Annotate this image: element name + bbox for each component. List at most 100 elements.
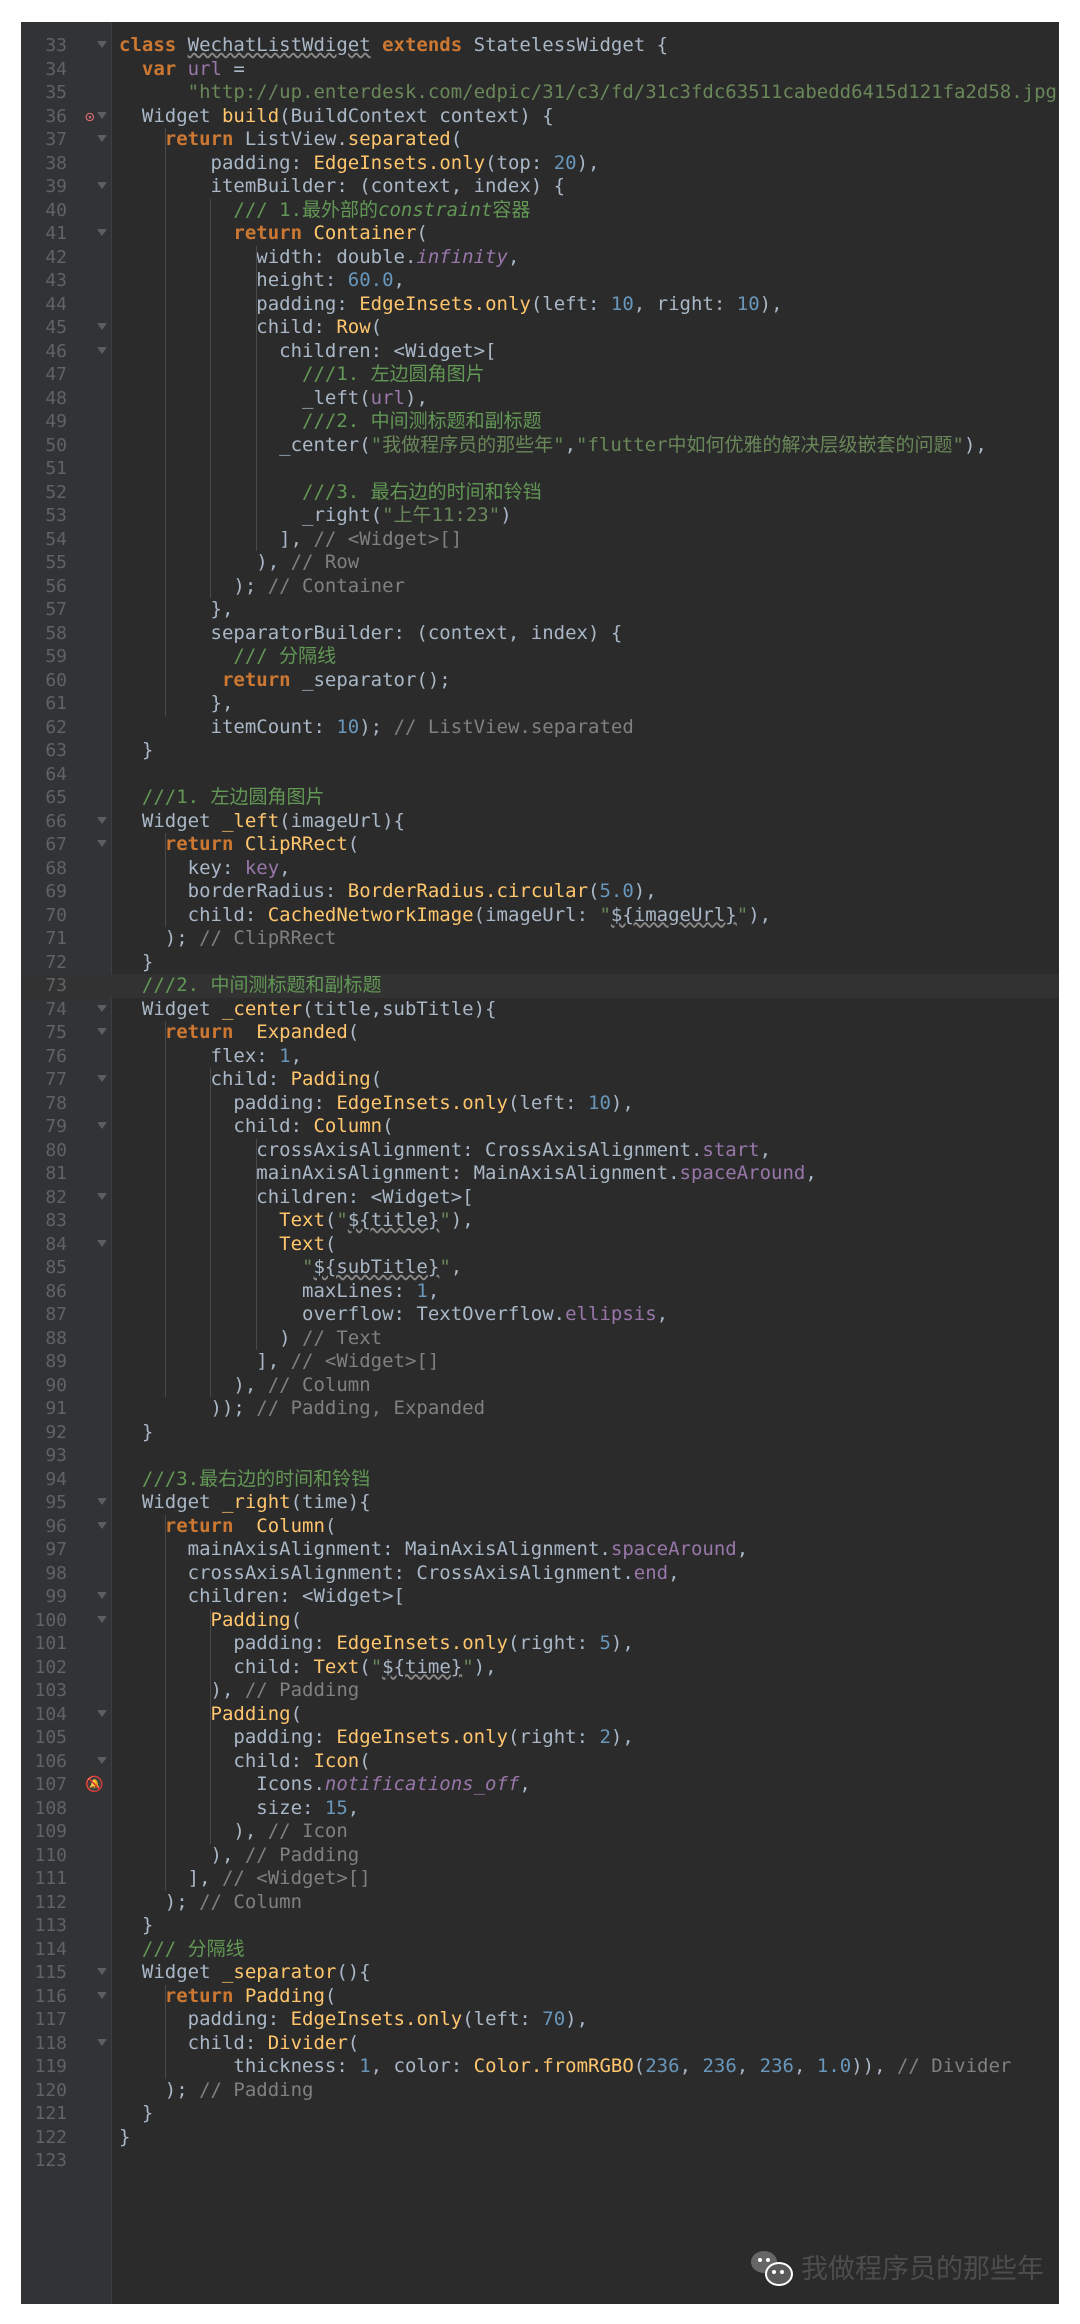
fold-marker[interactable] <box>97 346 107 354</box>
code-line[interactable]: 111 ], // <Widget>[] <box>21 1867 1059 1891</box>
code-line[interactable]: 39 itemBuilder: (context, index) { <box>21 175 1059 199</box>
code-line[interactable]: 95 Widget _right(time){ <box>21 1491 1059 1515</box>
code-line[interactable]: 47 ///1. 左边圆角图片 <box>21 363 1059 387</box>
code-line[interactable]: 121 } <box>21 2102 1059 2126</box>
code-line[interactable]: 82 children: <Widget>[ <box>21 1186 1059 1210</box>
code-line[interactable]: 43 height: 60.0, <box>21 269 1059 293</box>
code-line[interactable]: 112 ); // Column <box>21 1891 1059 1915</box>
code-line[interactable]: 84 Text( <box>21 1233 1059 1257</box>
code-line[interactable]: 109 ), // Icon <box>21 1820 1059 1844</box>
code-line[interactable]: 53 _right("上午11:23") <box>21 504 1059 528</box>
code-line[interactable]: 91 )); // Padding, Expanded <box>21 1397 1059 1421</box>
code-line[interactable]: 73 ///2. 中间测标题和副标题 <box>21 974 1059 998</box>
code-line[interactable]: 44 padding: EdgeInsets.only(left: 10, ri… <box>21 293 1059 317</box>
code-line[interactable]: 58 separatorBuilder: (context, index) { <box>21 622 1059 646</box>
code-line[interactable]: 48 _left(url), <box>21 387 1059 411</box>
code-line[interactable]: 78 padding: EdgeInsets.only(left: 10), <box>21 1092 1059 1116</box>
code-editor[interactable]: 33 class WechatListWdiget extends Statele… <box>21 22 1059 2304</box>
code-line[interactable]: 66 Widget _left(imageUrl){ <box>21 810 1059 834</box>
code-line[interactable]: 85 "${subTitle}", <box>21 1256 1059 1280</box>
code-line[interactable]: 106 child: Icon( <box>21 1750 1059 1774</box>
code-line[interactable]: 79 child: Column( <box>21 1115 1059 1139</box>
code-line[interactable]: 104 Padding( <box>21 1703 1059 1727</box>
code-line[interactable]: 71 ); // ClipRRect <box>21 927 1059 951</box>
code-line[interactable]: 105 padding: EdgeInsets.only(right: 2), <box>21 1726 1059 1750</box>
code-line[interactable]: 72 } <box>21 951 1059 975</box>
code-line[interactable]: 118 child: Divider( <box>21 2032 1059 2056</box>
code-line[interactable]: 65 ///1. 左边圆角图片 <box>21 786 1059 810</box>
code-line[interactable]: 61 }, <box>21 692 1059 716</box>
code-line[interactable]: 87 overflow: TextOverflow.ellipsis, <box>21 1303 1059 1327</box>
code-line[interactable]: 102 child: Text("${time}"), <box>21 1656 1059 1680</box>
code-line[interactable]: 81 mainAxisAlignment: MainAxisAlignment.… <box>21 1162 1059 1186</box>
code-line[interactable]: 99 children: <Widget>[ <box>21 1585 1059 1609</box>
fold-marker[interactable] <box>97 1239 107 1247</box>
code-line[interactable]: 80 crossAxisAlignment: CrossAxisAlignmen… <box>21 1139 1059 1163</box>
fold-marker[interactable] <box>97 1028 107 1035</box>
code-line[interactable]: 120 ); // Padding <box>21 2079 1059 2103</box>
fold-marker[interactable] <box>97 1615 107 1623</box>
fold-marker[interactable] <box>97 1498 107 1505</box>
code-line[interactable]: 94 ///3.最右边的时间和铃铛 <box>21 1468 1059 1492</box>
code-line[interactable]: 51 <box>21 457 1059 481</box>
code-line[interactable]: 40 /// 1.最外部的constraint容器 <box>21 199 1059 223</box>
code-line[interactable]: 86 maxLines: 1, <box>21 1280 1059 1304</box>
fold-marker[interactable] <box>97 1122 107 1129</box>
code-line[interactable]: 34 var url = <box>21 58 1059 82</box>
code-line[interactable]: 69 borderRadius: BorderRadius.circular(5… <box>21 880 1059 904</box>
code-line[interactable]: 123 <box>21 2149 1059 2173</box>
fold-marker[interactable] <box>97 182 107 189</box>
code-line[interactable]: 57 }, <box>21 598 1059 622</box>
code-line[interactable]: 33 class WechatListWdiget extends Statele… <box>21 34 1059 58</box>
code-line[interactable]: 101 padding: EdgeInsets.only(right: 5), <box>21 1632 1059 1656</box>
code-line[interactable]: 122} <box>21 2126 1059 2150</box>
code-line[interactable]: 52 ///3. 最右边的时间和铃铛 <box>21 481 1059 505</box>
code-line[interactable]: 50 _center("我做程序员的那些年","flutter中如何优雅的解决层… <box>21 434 1059 458</box>
code-line[interactable]: 45 child: Row( <box>21 316 1059 340</box>
fold-marker[interactable] <box>97 229 107 236</box>
code-line[interactable]: 92 } <box>21 1421 1059 1445</box>
code-line[interactable]: 77 child: Padding( <box>21 1068 1059 1092</box>
code-line[interactable]: 74 Widget _center(title,subTitle){ <box>21 998 1059 1022</box>
code-line[interactable]: 38 padding: EdgeInsets.only(top: 20), <box>21 152 1059 176</box>
fold-marker[interactable] <box>97 1004 107 1012</box>
fold-marker[interactable] <box>97 1709 107 1717</box>
code-line[interactable]: 62 itemCount: 10); // ListView.separated <box>21 716 1059 740</box>
code-line[interactable]: 108 size: 15, <box>21 1797 1059 1821</box>
code-line[interactable]: 36 Widget build(BuildContext context) { <box>21 105 1059 129</box>
fold-marker[interactable] <box>97 1075 107 1082</box>
code-line[interactable]: 64 <box>21 763 1059 787</box>
code-line[interactable]: 98 crossAxisAlignment: CrossAxisAlignmen… <box>21 1562 1059 1586</box>
code-line[interactable]: 35 "http://up.enterdesk.com/edpic/31/c3/… <box>21 81 1059 105</box>
fold-marker[interactable] <box>97 2038 107 2046</box>
fold-marker[interactable] <box>97 135 107 142</box>
code-line[interactable]: 60 return _separator(); <box>21 669 1059 693</box>
code-line[interactable]: 103 ), // Padding <box>21 1679 1059 1703</box>
code-line[interactable]: 88 ) // Text <box>21 1327 1059 1351</box>
code-line[interactable]: 70 child: CachedNetworkImage(imageUrl: "… <box>21 904 1059 928</box>
code-line[interactable]: 90 ), // Column <box>21 1374 1059 1398</box>
code-line[interactable]: 75 return Expanded( <box>21 1021 1059 1045</box>
code-line[interactable]: 115 Widget _separator(){ <box>21 1961 1059 1985</box>
fold-marker[interactable] <box>97 323 107 330</box>
fold-marker[interactable] <box>97 816 107 824</box>
code-line[interactable]: 100 Padding( <box>21 1609 1059 1633</box>
code-line[interactable]: 76 flex: 1, <box>21 1045 1059 1069</box>
override-icon[interactable]: ⊙ <box>85 105 95 129</box>
code-line[interactable]: 89 ], // <Widget>[] <box>21 1350 1059 1374</box>
code-line[interactable]: 42 width: double.infinity, <box>21 246 1059 270</box>
code-line[interactable]: 97 mainAxisAlignment: MainAxisAlignment.… <box>21 1538 1059 1562</box>
code-line[interactable]: 59 /// 分隔线 <box>21 645 1059 669</box>
code-line[interactable]: 96 return Column( <box>21 1515 1059 1539</box>
code-line[interactable]: 110 ), // Padding <box>21 1844 1059 1868</box>
fold-marker[interactable] <box>97 1521 107 1529</box>
fold-marker[interactable] <box>97 1192 107 1200</box>
code-line[interactable]: 113 } <box>21 1914 1059 1938</box>
code-line[interactable]: 67 return ClipRRect( <box>21 833 1059 857</box>
code-line[interactable]: 56 ); // Container <box>21 575 1059 599</box>
code-line[interactable]: 107 Icons.notifications_off, <box>21 1773 1059 1797</box>
code-line[interactable]: 116 return Padding( <box>21 1985 1059 2009</box>
notifications-off-icon[interactable]: 🔕 <box>85 1773 104 1797</box>
code-line[interactable]: 83 Text("${title}"), <box>21 1209 1059 1233</box>
fold-marker[interactable] <box>97 1968 107 1975</box>
